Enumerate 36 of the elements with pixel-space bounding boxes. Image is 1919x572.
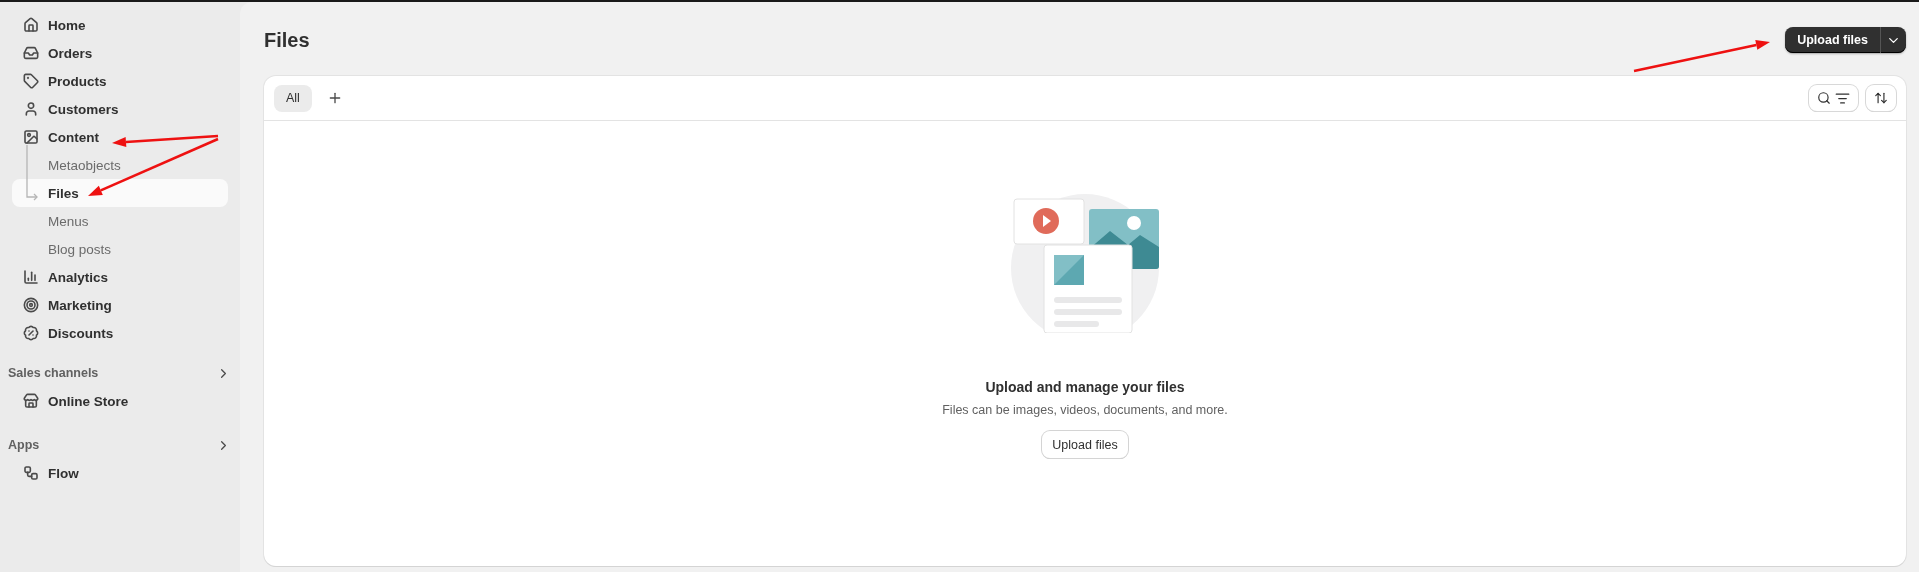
nav-item[interactable]: Customers	[12, 95, 228, 123]
filter-icon	[1835, 90, 1850, 106]
nav-item[interactable]: Home	[12, 11, 228, 39]
upload-files-button[interactable]: Upload files	[1042, 431, 1128, 458]
nav-item[interactable]: Marketing	[12, 291, 228, 319]
nav-subitem[interactable]: Blog posts	[12, 235, 228, 263]
inbox-icon	[22, 44, 40, 62]
nav-item[interactable]: Analytics	[12, 263, 228, 291]
tag-icon	[22, 72, 40, 90]
empty-state-heading: Upload and manage your files	[985, 379, 1185, 395]
image-icon	[22, 128, 40, 146]
nav-subitem[interactable]: Metaobjects	[12, 151, 228, 179]
nav-item[interactable]: Flow	[12, 459, 228, 487]
search-icon	[1817, 91, 1831, 105]
nav-item[interactable]: Discounts	[12, 319, 228, 347]
nav-item[interactable]: Orders	[12, 39, 228, 67]
bar-chart-icon	[22, 268, 40, 286]
sort-button[interactable]	[1866, 85, 1896, 111]
upload-files-button[interactable]: Upload files	[1785, 27, 1880, 53]
nav-item[interactable]: Online Store	[12, 387, 228, 415]
percent-badge-icon	[22, 324, 40, 342]
section-heading: Apps	[8, 438, 40, 452]
search-filter-button[interactable]	[1809, 85, 1858, 111]
section-heading: Sales channels	[8, 366, 99, 380]
empty-state-text: Files can be images, videos, documents, and more.	[942, 403, 1228, 417]
page-title: Files	[264, 28, 310, 52]
nav-item[interactable]: Products	[12, 67, 228, 95]
store-icon	[22, 392, 40, 410]
workflow-icon	[22, 464, 40, 482]
nav-subitem[interactable]: Files	[12, 179, 228, 207]
nav-subitem[interactable]: Menus	[12, 207, 228, 235]
sort-icon	[1874, 91, 1888, 105]
target-icon	[22, 296, 40, 314]
house-icon	[22, 16, 40, 34]
view-tab[interactable]: All	[274, 84, 312, 112]
nav-item[interactable]: Content	[12, 123, 228, 151]
